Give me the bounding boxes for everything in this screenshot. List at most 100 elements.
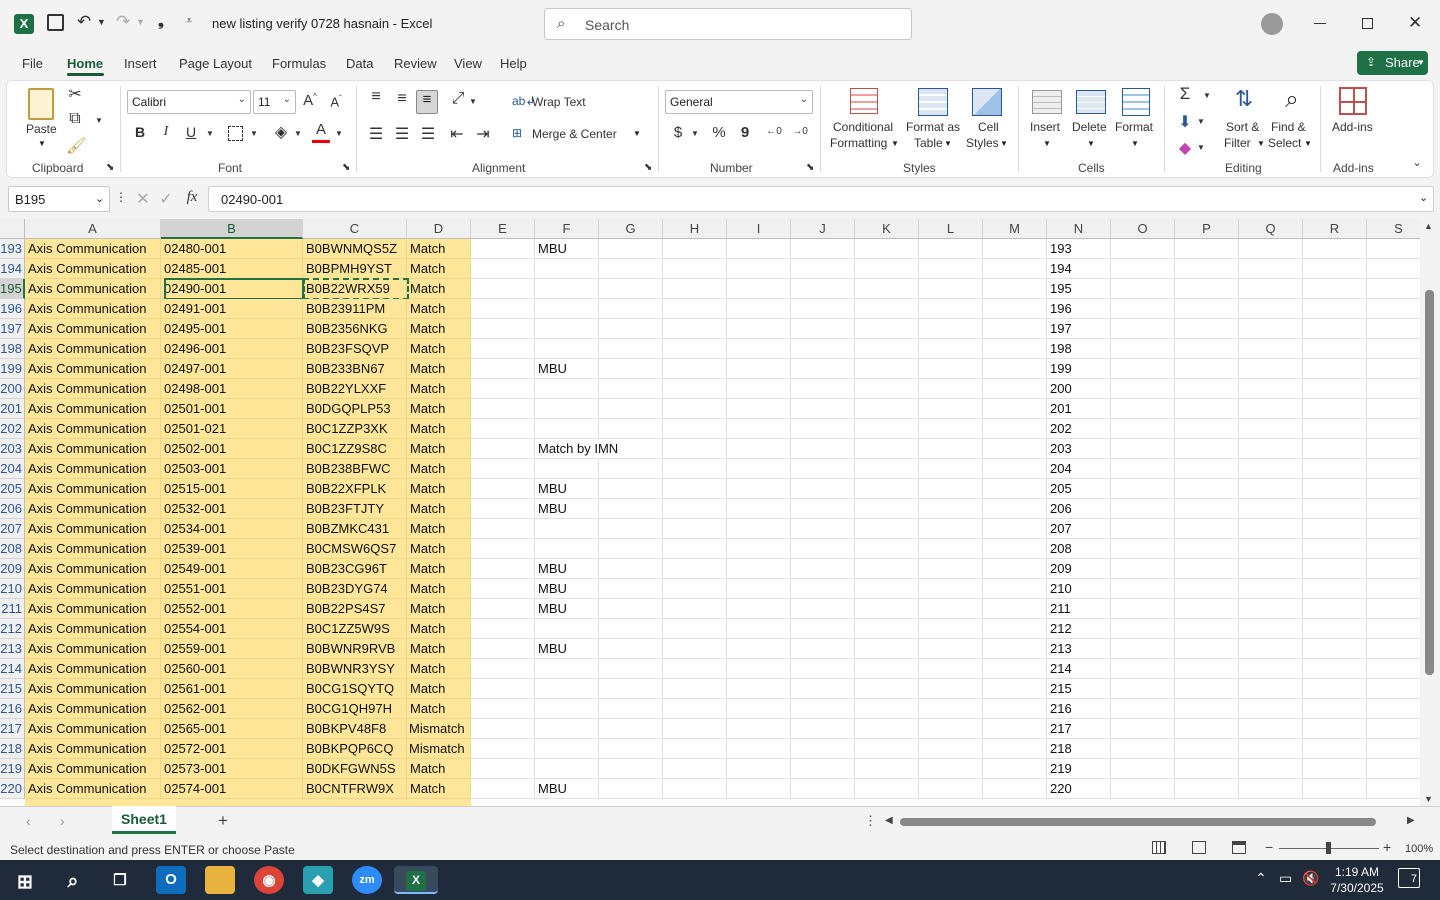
cell-i[interactable]: [727, 719, 791, 739]
cell-r[interactable]: [1303, 519, 1367, 539]
cell-r[interactable]: [1303, 479, 1367, 499]
cell-p[interactable]: [1175, 759, 1239, 779]
add-sheet-button[interactable]: +: [218, 811, 228, 831]
cell-n[interactable]: 206: [1047, 499, 1111, 519]
orientation-dropdown-icon[interactable]: ▼: [468, 97, 478, 106]
cell-o[interactable]: [1111, 719, 1175, 739]
cell-i[interactable]: [727, 699, 791, 719]
cell-a[interactable]: Axis Communication: [25, 719, 161, 739]
column-header-l[interactable]: L: [919, 219, 983, 239]
copy-icon[interactable]: ⧉: [66, 110, 84, 128]
cell-s[interactable]: [1367, 519, 1420, 539]
cell-l[interactable]: [919, 299, 983, 319]
cell-i[interactable]: [727, 279, 791, 299]
cell-h[interactable]: [663, 699, 727, 719]
cell-j[interactable]: [791, 619, 855, 639]
cell-a[interactable]: Axis Communication: [25, 679, 161, 699]
cell-d[interactable]: Match: [407, 459, 471, 479]
cancel-entry-icon[interactable]: ✕: [135, 189, 151, 209]
column-header-m[interactable]: M: [983, 219, 1047, 239]
cell-l[interactable]: [919, 399, 983, 419]
cell-r[interactable]: [1303, 599, 1367, 619]
cell-f[interactable]: [535, 679, 599, 699]
cell-a[interactable]: Axis Communication: [25, 759, 161, 779]
cell-f[interactable]: [535, 379, 599, 399]
cell-d[interactable]: Match: [407, 619, 471, 639]
cell-f[interactable]: [535, 699, 599, 719]
cell-g[interactable]: [599, 339, 663, 359]
next-sheet-icon[interactable]: ›: [60, 813, 65, 829]
cell-k[interactable]: [855, 559, 919, 579]
cell-o[interactable]: [1111, 359, 1175, 379]
cell-j[interactable]: [791, 379, 855, 399]
cell-s[interactable]: [1367, 339, 1420, 359]
cell-m[interactable]: [983, 639, 1047, 659]
cell-d[interactable]: Match: [407, 359, 471, 379]
cell-l[interactable]: [919, 319, 983, 339]
excel-taskbar-icon[interactable]: X: [394, 866, 438, 894]
cell-k[interactable]: [855, 659, 919, 679]
cell-a[interactable]: Axis Communication: [25, 499, 161, 519]
cell-q[interactable]: [1239, 579, 1303, 599]
sort-filter-button[interactable]: ⇅ Sort & Filter ▼: [1222, 86, 1268, 152]
cell-b[interactable]: 02501-021: [161, 419, 303, 439]
cell-f[interactable]: MBU: [535, 479, 599, 499]
cell-s[interactable]: [1367, 679, 1420, 699]
font-launcher-icon[interactable]: ⬊: [342, 162, 350, 173]
redo-dropdown-icon[interactable]: ▼: [136, 17, 145, 27]
cell-s[interactable]: [1367, 319, 1420, 339]
cell-m[interactable]: [983, 739, 1047, 759]
cell-k[interactable]: [855, 739, 919, 759]
column-header-a[interactable]: A: [25, 219, 161, 239]
cell-l[interactable]: [919, 679, 983, 699]
cell-m[interactable]: [983, 279, 1047, 299]
cell-j[interactable]: [791, 279, 855, 299]
cell-o[interactable]: [1111, 679, 1175, 699]
cell-n[interactable]: 204: [1047, 459, 1111, 479]
chrome-icon[interactable]: ◉: [254, 866, 284, 894]
cell-a[interactable]: Axis Communication: [25, 459, 161, 479]
cell-c[interactable]: B0B233BN67: [303, 359, 407, 379]
cell-b[interactable]: 02565-001: [161, 719, 303, 739]
tab-formulas[interactable]: Formulas: [272, 56, 326, 71]
cell-b[interactable]: 02501-001: [161, 399, 303, 419]
cell-i[interactable]: [727, 739, 791, 759]
clear-dropdown-icon[interactable]: ▼: [1196, 143, 1206, 152]
cell-s[interactable]: [1367, 359, 1420, 379]
cell-r[interactable]: [1303, 399, 1367, 419]
cell-e[interactable]: [471, 579, 535, 599]
cell-q[interactable]: [1239, 239, 1303, 259]
cell-d[interactable]: Match: [407, 759, 471, 779]
row-header[interactable]: 208: [0, 539, 25, 559]
cell-j[interactable]: [791, 699, 855, 719]
borders-dropdown-icon[interactable]: ▼: [249, 129, 259, 138]
cell-d[interactable]: Match: [407, 439, 471, 459]
cell-c[interactable]: B0B22XFPLK: [303, 479, 407, 499]
cell-q[interactable]: [1239, 419, 1303, 439]
cell-f[interactable]: [535, 259, 599, 279]
cell-c[interactable]: B0BKPQP6CQ: [303, 739, 407, 759]
cell-i[interactable]: [727, 339, 791, 359]
cell-h[interactable]: [663, 439, 727, 459]
cell-c[interactable]: B0B22PS4S7: [303, 599, 407, 619]
normal-view-icon[interactable]: [1152, 841, 1166, 854]
cell-n[interactable]: 219: [1047, 759, 1111, 779]
undo-icon[interactable]: ↶: [77, 12, 91, 32]
cell-a[interactable]: Axis Communication: [25, 359, 161, 379]
insert-function-icon[interactable]: fx: [182, 189, 202, 206]
cell-n[interactable]: 194: [1047, 259, 1111, 279]
cell-j[interactable]: [791, 559, 855, 579]
cell-e[interactable]: [471, 539, 535, 559]
underline-dropdown-icon[interactable]: ▼: [205, 129, 215, 138]
cell-d[interactable]: Match: [407, 499, 471, 519]
cell-b[interactable]: 02495-001: [161, 319, 303, 339]
currency-icon[interactable]: $: [669, 124, 687, 141]
cell-g[interactable]: [599, 759, 663, 779]
cell-a[interactable]: Axis Communication: [25, 599, 161, 619]
cell-o[interactable]: [1111, 399, 1175, 419]
cell-s[interactable]: [1367, 439, 1420, 459]
cell-g[interactable]: [599, 659, 663, 679]
cell-h[interactable]: [663, 639, 727, 659]
tray-chevron-icon[interactable]: ⌃: [1255, 870, 1267, 887]
scroll-left-icon[interactable]: ◀: [885, 815, 893, 826]
